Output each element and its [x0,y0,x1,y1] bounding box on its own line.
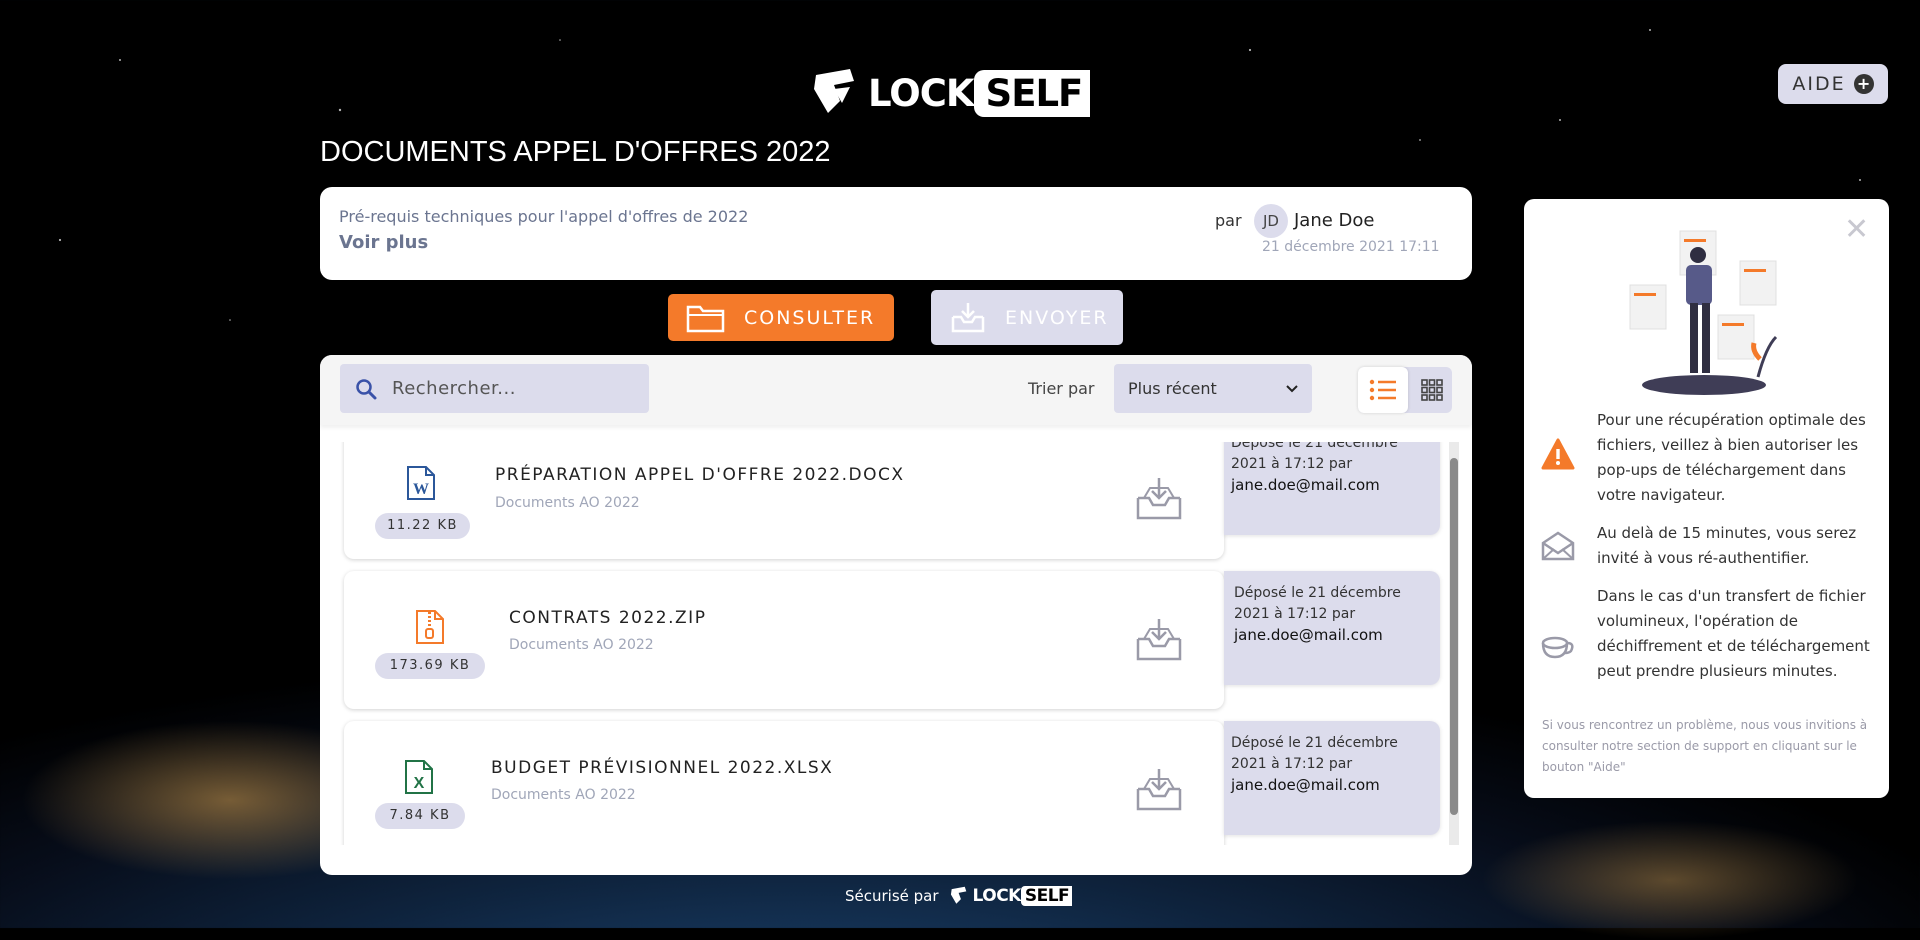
help-tip-large-transfer: Dans le cas d'un transfert de fichier vo… [1597,587,1870,680]
download-icon[interactable] [1134,476,1184,522]
word-file-icon: W [407,466,435,500]
file-row[interactable]: X 7.84 KB BUDGET PRÉVISIONNEL 2022.XLSX … [344,721,1440,845]
file-card: W 11.22 KB PRÉPARATION APPEL D'OFFRE 202… [344,442,1224,559]
warning-icon [1541,438,1575,470]
help-tip-reauth: Au delà de 15 minutes, vous serez invité… [1597,524,1857,567]
help-button[interactable]: AIDE + [1778,64,1888,104]
consult-button-label: CONSULTER [744,306,876,329]
help-tip-popups: Pour une récupération optimale des fichi… [1597,411,1866,504]
author-name: Jane Doe [1294,210,1375,231]
help-footer-text: Si vous rencontrez un problème, nous vou… [1542,718,1868,774]
city-lights [1480,820,1860,940]
list-view-button[interactable] [1358,367,1408,413]
files-panel: Trier par Plus récent [320,355,1472,875]
grid-view-button[interactable] [1412,367,1452,413]
close-icon[interactable]: ✕ [1844,215,1869,245]
file-size-badge: 173.69 KB [375,653,485,679]
see-more-link[interactable]: Voir plus [339,232,428,253]
shield-icon [950,886,966,904]
file-list: W 11.22 KB PRÉPARATION APPEL D'OFFRE 202… [320,442,1472,845]
search-box[interactable] [340,364,649,413]
file-name[interactable]: CONTRATS 2022.ZIP [509,608,706,628]
file-folder: Documents AO 2022 [491,787,636,803]
chevron-down-icon [1286,384,1298,392]
avatar: JD [1254,204,1288,238]
folder-icon [686,305,725,332]
file-card: 173.69 KB CONTRATS 2022.ZIP Documents AO… [344,571,1224,709]
deposit-email: jane.doe@mail.com [1234,626,1383,644]
search-input[interactable] [390,377,634,400]
file-name[interactable]: BUDGET PRÉVISIONNEL 2022.XLSX [491,758,833,778]
view-toggle [1358,367,1452,413]
footer-logo: LOCK SELF [949,886,1073,906]
file-size-badge: 7.84 KB [375,803,465,829]
envelope-icon [1541,531,1575,561]
share-description: Pré-requis techniques pour l'appel d'off… [339,207,749,226]
file-name[interactable]: PRÉPARATION APPEL D'OFFRE 2022.DOCX [495,465,905,485]
share-info-card: Pré-requis techniques pour l'appel d'off… [320,187,1472,280]
svg-text:W: W [413,481,429,498]
excel-file-icon: X [405,760,433,794]
sort-label: Trier par [1028,379,1095,398]
sort-selected-value: Plus récent [1128,379,1217,398]
deposit-email: jane.doe@mail.com [1231,776,1380,794]
deposit-date-line1: Déposé le 21 décembre [1231,735,1398,751]
file-card: X 7.84 KB BUDGET PRÉVISIONNEL 2022.XLSX … [344,721,1224,845]
file-folder: Documents AO 2022 [509,637,654,653]
consult-button[interactable]: CONSULTER [668,294,894,341]
zip-file-icon [416,610,444,644]
file-folder: Documents AO 2022 [495,495,640,511]
deposit-date-line2: 2021 à 17:12 par [1234,606,1356,622]
deposit-info: Déposé le 21 décembre 2021 à 17:12 par j… [1224,442,1440,535]
lockself-logo: LOCK SELF [810,66,1091,120]
download-icon[interactable] [1134,617,1184,663]
search-icon [356,378,377,399]
page-title: DOCUMENTS APPEL D'OFFRES 2022 [320,136,831,168]
deposit-date-line2: 2021 à 17:12 par [1231,456,1353,472]
download-icon[interactable] [1134,767,1184,813]
files-toolbar: Trier par Plus récent [320,355,1472,425]
sort-select[interactable]: Plus récent [1114,364,1312,413]
send-button-label: ENVOYER [1005,306,1109,329]
deposit-date-line1: Déposé le 21 décembre [1234,585,1401,601]
secured-by-footer: Sécurisé par LOCK SELF [845,886,1073,906]
send-button[interactable]: ENVOYER [931,290,1123,345]
grid-icon [1421,379,1443,401]
upload-tray-icon [951,302,985,332]
person-documents-illustration [1629,230,1778,395]
logo-text: LOCK SELF [868,69,1091,117]
svg-text:X: X [414,775,425,792]
share-date: 21 décembre 2021 17:11 [1262,239,1440,255]
help-panel: ✕ Pour une récupération optimale des fic… [1524,199,1889,798]
coffee-cup-icon [1541,636,1574,659]
secured-by-label: Sécurisé par [845,887,939,905]
deposit-info: Déposé le 21 décembre 2021 à 17:12 par j… [1224,571,1440,685]
plus-icon: + [1853,74,1874,94]
file-size-badge: 11.22 KB [375,513,470,539]
list-icon [1369,379,1396,401]
shield-icon [814,69,854,113]
deposit-date-line2: 2021 à 17:12 par [1231,756,1353,772]
file-row[interactable]: W 11.22 KB PRÉPARATION APPEL D'OFFRE 202… [344,442,1440,559]
deposit-email: jane.doe@mail.com [1231,476,1380,494]
author-by-label: par [1215,211,1242,230]
deposit-date-line1: Déposé le 21 décembre [1231,442,1398,451]
deposit-info: Déposé le 21 décembre 2021 à 17:12 par j… [1224,721,1440,835]
scrollbar-thumb[interactable] [1450,458,1458,815]
file-row[interactable]: 173.69 KB CONTRATS 2022.ZIP Documents AO… [344,571,1440,709]
help-button-label: AIDE [1792,73,1846,95]
